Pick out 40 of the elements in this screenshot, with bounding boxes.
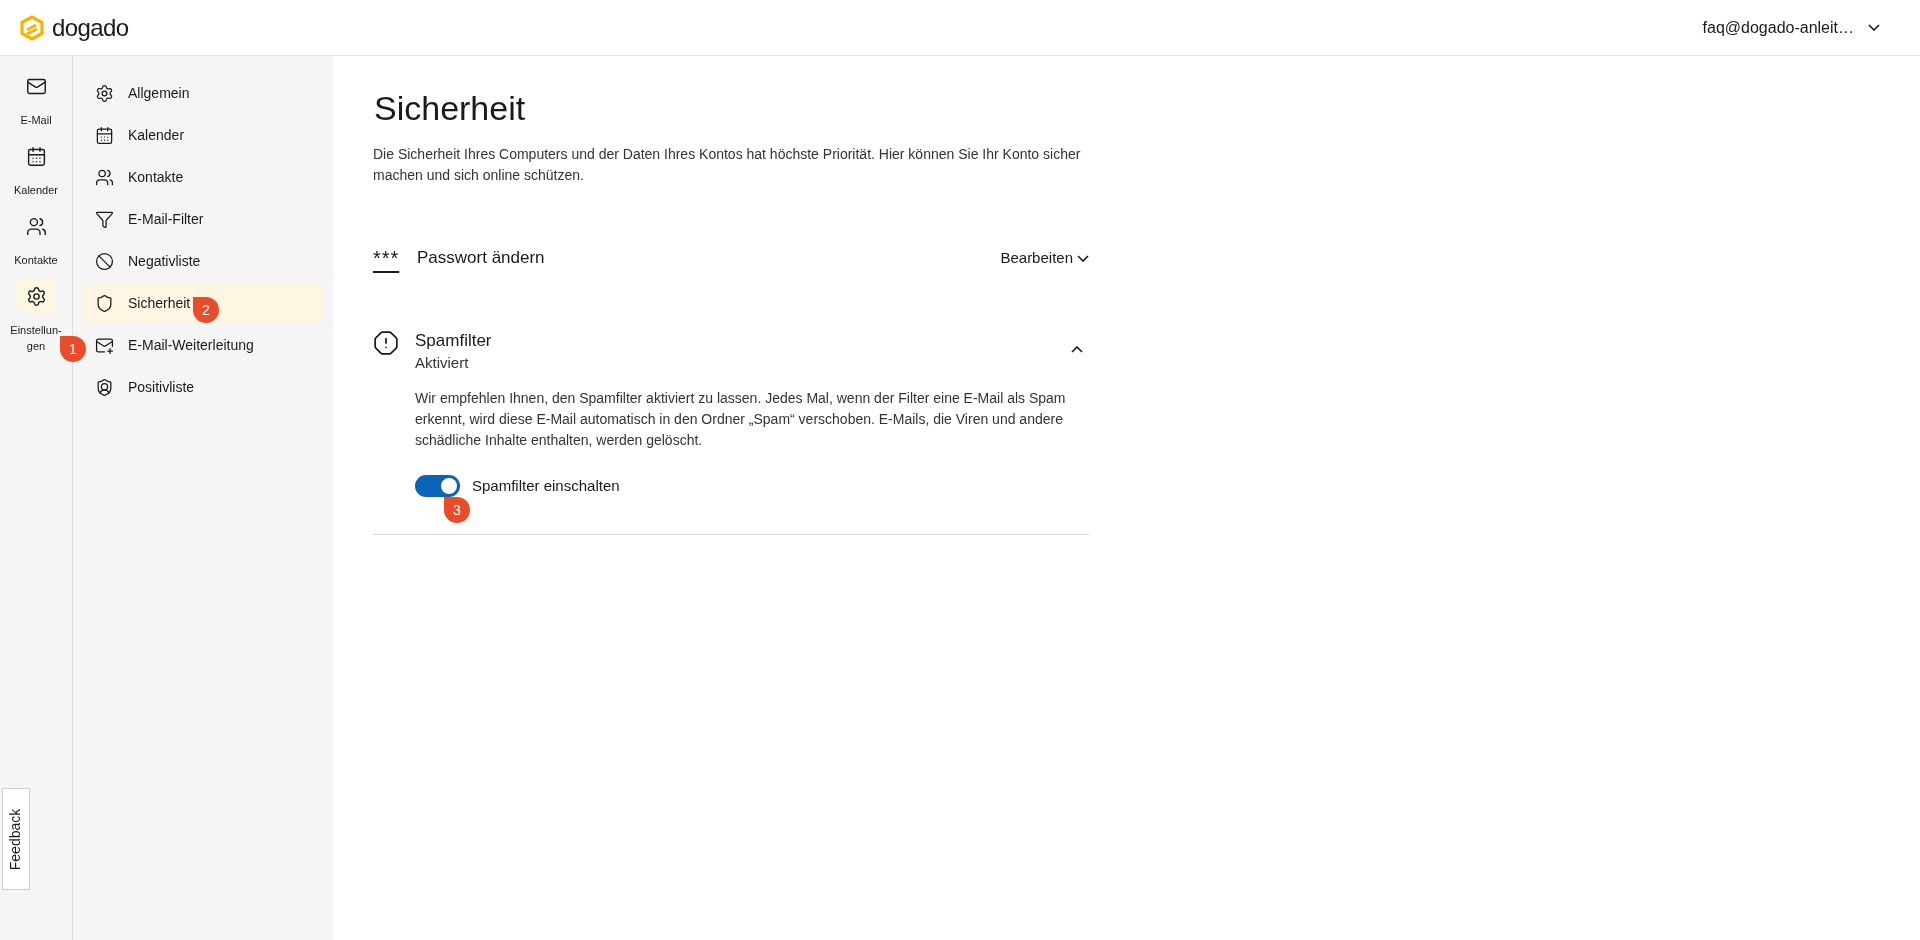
people-icon [95, 167, 114, 187]
toggle-switch[interactable] [415, 475, 460, 498]
people-icon [25, 215, 47, 237]
toggle-label: Spamfilter einschalten [472, 476, 620, 496]
password-icon: *** [373, 251, 417, 265]
feedback-tab[interactable]: Feedback [2, 788, 30, 890]
logo-icon [20, 14, 44, 41]
settings-nav-item[interactable]: E-Mail-Filter [83, 199, 323, 239]
gear-icon [95, 83, 114, 103]
section-title: Spamfilter [415, 330, 492, 352]
status-text: Aktiviert [415, 353, 470, 373]
page-description: Die Sicherheit Ihres Computers und der Daten Ihres Kontos hat höchste Priorität. Hier können Sie Ihr Konto sicher machen und sich online schützen. [373, 145, 1082, 185]
step-marker: 3 [444, 497, 470, 523]
spamfilter-description: Wir empfehlen Ihnen, den Spamfilter aktiviert zu lassen. Jedes Mal, wenn der Filter eine E-Mail als Spam erkennt, wird diese E-Mail automatisch in den Ordner „Spam“ verschoben. E-Mails, die Viren und andere schädliche Inhalte enthalten, werden gelöscht. [415, 389, 1067, 450]
settings-nav-item[interactable]: Positivliste [83, 367, 323, 407]
settings-nav-item[interactable]: E-Mail-Weiterleitung [83, 325, 323, 365]
shield-icon [95, 293, 114, 313]
account-menu[interactable]: faq@dogado-anleit… [1702, 15, 1900, 40]
chevron-down-icon [1077, 254, 1089, 262]
settings-nav-item[interactable]: Allgemein [83, 73, 323, 113]
warning-icon [373, 330, 399, 356]
funnel-icon [95, 209, 114, 229]
section-title: Passwort ändern [417, 247, 545, 270]
chevron-down-icon [1868, 24, 1880, 31]
collapse-button[interactable] [1069, 344, 1085, 355]
app-nav-item[interactable]: E-Mail [2, 68, 70, 128]
chevron-up-icon [1071, 346, 1083, 353]
settings-nav-item[interactable]: Negativliste [83, 241, 323, 281]
settings-nav-item[interactable]: Kalender [83, 115, 323, 155]
shield-person-icon [95, 377, 114, 397]
settings-nav-item[interactable]: Kontakte [83, 157, 323, 197]
gear-icon [25, 285, 47, 307]
app-nav-item[interactable]: Kalender [2, 138, 70, 198]
app-nav-item[interactable]: Kontakte [2, 208, 70, 268]
prohibited-icon [95, 251, 114, 271]
calendar-icon [95, 125, 114, 145]
logo-text: dogado [52, 12, 129, 43]
page-title: Sicherheit [374, 88, 527, 129]
calendar-icon [25, 145, 47, 167]
edit-button[interactable]: Bearbeiten [1000, 246, 1089, 270]
